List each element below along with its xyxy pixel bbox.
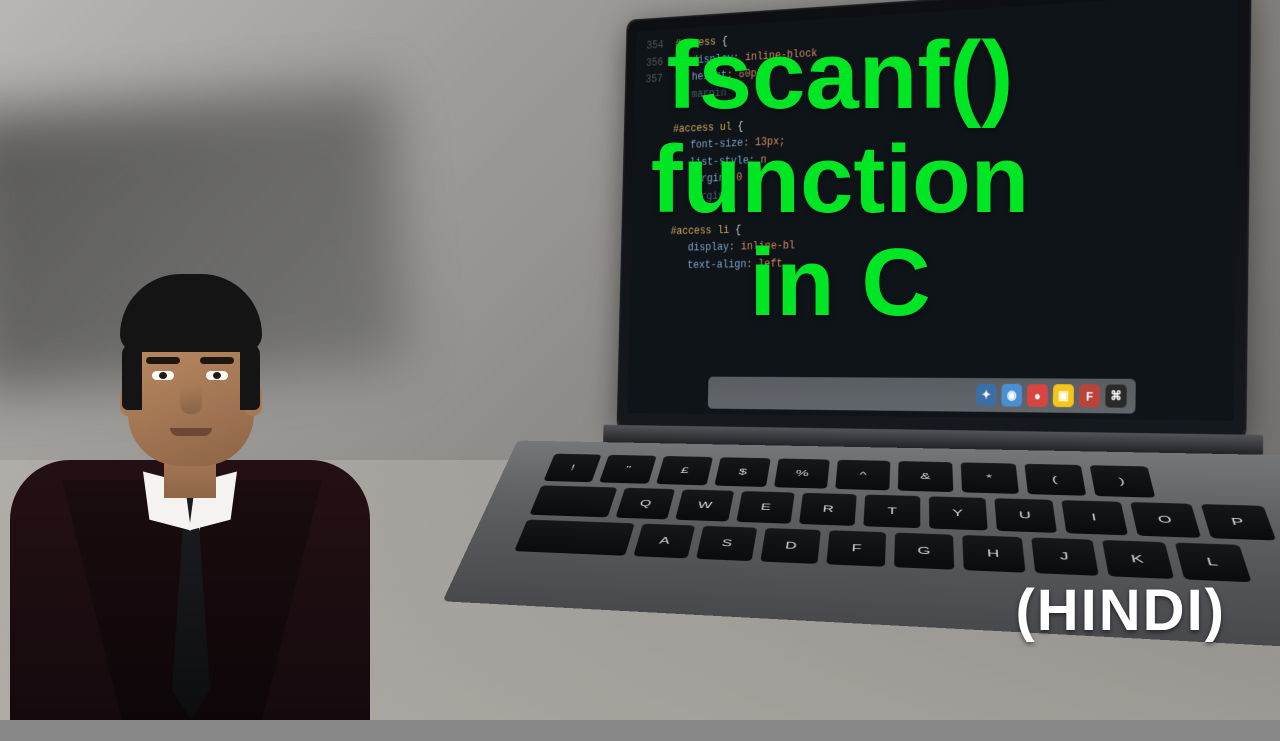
hair: [120, 274, 262, 352]
keyboard-key: %: [774, 458, 830, 488]
keyboard-key: &: [898, 461, 953, 492]
keyboard-key: E: [736, 491, 794, 524]
macos-dock: ✦◉●▣F⌘: [708, 377, 1136, 414]
presenter: [0, 240, 380, 720]
keyboard-key: £: [656, 456, 713, 485]
keyboard-key: [529, 485, 617, 517]
keyboard-key: [514, 519, 635, 555]
nose: [180, 384, 202, 414]
keyboard-key: K: [1102, 540, 1174, 579]
keyboard-key: F: [826, 530, 886, 567]
keyboard-key: (: [1024, 464, 1086, 496]
title-overlay: fscanf() function in C: [520, 24, 1160, 335]
dock-app-icon: ▣: [1053, 384, 1074, 407]
eye: [206, 371, 228, 380]
dock-app-icon: ✦: [976, 384, 997, 407]
keyboard-key: *: [961, 462, 1019, 494]
eye: [152, 371, 174, 380]
keyboard-key: G: [894, 533, 954, 570]
keyboard-key: R: [799, 493, 857, 526]
keyboard-key: A: [633, 524, 695, 559]
dock-app-icon: ⌘: [1105, 384, 1127, 407]
title-line-3: in C: [520, 231, 1160, 335]
dock-app-icon: ●: [1027, 384, 1048, 407]
keyboard-key: W: [675, 489, 734, 521]
hair: [240, 344, 260, 410]
keyboard-key: $: [714, 457, 770, 487]
eyebrow: [200, 357, 234, 364]
subtitle-overlay: (HINDI): [1015, 577, 1226, 644]
keyboard-key: Y: [929, 496, 988, 530]
keyboard-key: ": [599, 455, 657, 484]
keyboard-key: T: [863, 494, 920, 528]
dock-app-icon: ◉: [1001, 384, 1022, 407]
keyboard-key: J: [1031, 537, 1099, 575]
keyboard-key: H: [962, 535, 1025, 573]
keyboard-key: ): [1090, 465, 1156, 498]
keyboard-key: I: [1061, 500, 1128, 535]
keyboard-key: !: [543, 454, 601, 483]
keyboard-key: O: [1130, 502, 1201, 538]
keyboard-key: P: [1201, 504, 1276, 540]
keyboard-key: S: [696, 526, 757, 561]
title-line-2: function: [520, 128, 1160, 232]
keyboard-key: Q: [615, 488, 675, 520]
keyboard-key: ^: [835, 460, 890, 491]
hair: [122, 344, 142, 410]
dock-app-icon: F: [1079, 384, 1100, 407]
title-line-1: fscanf(): [520, 24, 1160, 128]
eyebrow: [146, 357, 180, 364]
keyboard-key: D: [760, 528, 821, 564]
mouth: [170, 428, 212, 436]
keyboard-key: U: [994, 498, 1057, 533]
